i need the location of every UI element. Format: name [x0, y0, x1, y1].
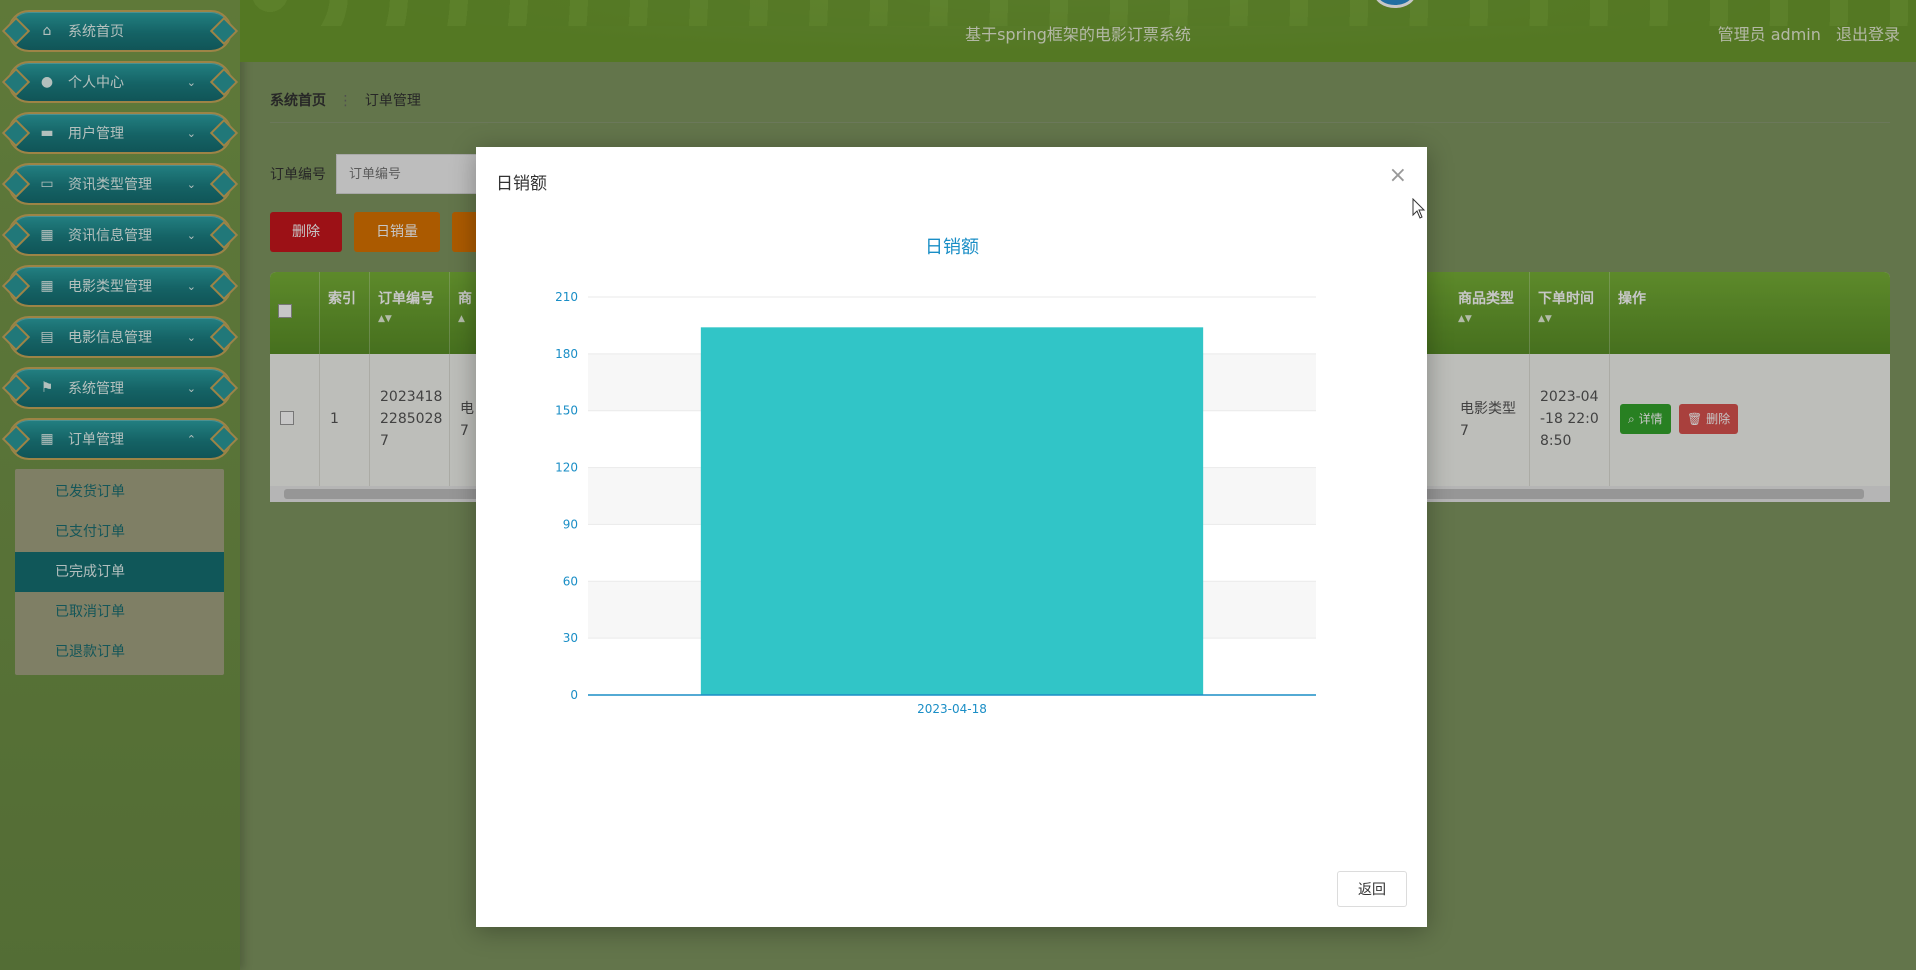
modal-title: 日销额: [496, 174, 547, 194]
y-tick-label: 90: [563, 517, 578, 531]
y-tick-label: 120: [555, 461, 578, 475]
y-tick-label: 210: [555, 290, 578, 304]
bar: [700, 327, 1204, 695]
y-tick-label: 0: [570, 688, 578, 702]
daily-sales-chart: 日销额 0 30 60 90 120 150 180 210 2023-04-18: [555, 237, 1316, 716]
return-button[interactable]: 返回: [1337, 871, 1407, 907]
y-tick-label: 150: [555, 404, 578, 418]
x-tick-label: 2023-04-18: [917, 702, 987, 716]
chart-title: 日销额: [925, 237, 979, 258]
mouse-cursor-icon: [1412, 198, 1426, 219]
y-tick-label: 30: [563, 631, 578, 645]
y-tick-label: 60: [563, 574, 578, 588]
daily-sales-modal: 日销额 × 日销额 0 30 60 90 120 150 180 210 2023-04-18 返…: [476, 147, 1427, 927]
y-tick-label: 180: [555, 347, 578, 361]
close-icon[interactable]: ×: [1389, 163, 1407, 188]
